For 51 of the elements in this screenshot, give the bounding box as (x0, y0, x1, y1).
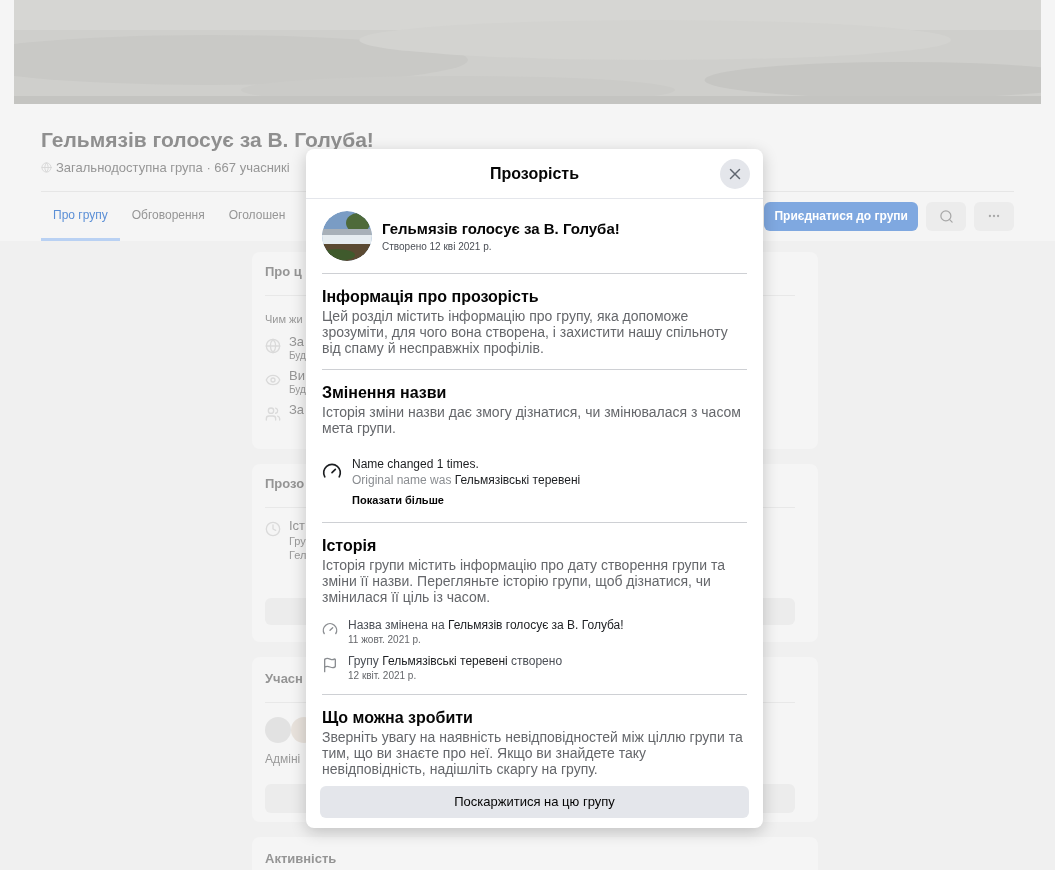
card-title: Про ц (265, 262, 302, 281)
item-label: За (289, 401, 305, 418)
section-text: Історія групи містить інформацію про дату створення групи та зміни її назви. Перегляньте історію групи, щоб дізнатися, чи змінилася її ціль із часом. (322, 556, 726, 605)
card-caption: Адміні (265, 751, 301, 768)
close-button[interactable] (720, 159, 750, 189)
section-text: Цей розділ містить інформацію про групу, яка допоможе зрозуміти, для чого вона створена, і захистити нашу спільноту від спаму й несправжніх профілів. (322, 308, 729, 356)
item-detail: Гел (289, 548, 307, 562)
globe-icon (265, 337, 281, 354)
history-event: Групу Гельмязівські теревені створено (348, 652, 563, 669)
card-title: Прозо (265, 474, 305, 493)
group-created: Створено 12 кві 2021 р. (382, 239, 493, 254)
item-label: За (289, 333, 306, 350)
tab[interactable]: Обговорення (119, 191, 217, 241)
original-name: Original name was Гельмязівські теревені (352, 472, 581, 488)
section-text: Історія зміни назви дає змогу дізнатися, чи змінювалася з часом мета групи. (322, 404, 742, 436)
join-button[interactable]: Приєднатися до групи (764, 201, 918, 231)
group-name: Гельмязів голосує за В. Голуба! (382, 218, 620, 239)
history-date: 12 квіт. 2021 р. (348, 668, 418, 683)
item-label: Ви (289, 367, 306, 384)
tab[interactable]: Про групу (41, 191, 120, 241)
more-button[interactable] (974, 201, 1014, 231)
globe-icon (41, 162, 52, 174)
group-title: Гельмязів голосує за В. Голуба! (41, 127, 374, 153)
tab[interactable]: Оголошен (216, 191, 298, 241)
group-meta: Загальнодоступна група · 667 учасникі (56, 159, 290, 177)
report-button[interactable]: Поскаржитися на цю групу (320, 785, 749, 818)
item-label: Іст (289, 518, 307, 534)
card-subtitle: Чим жи (265, 312, 303, 327)
section-heading: Змінення назви (322, 383, 448, 403)
section-heading: Історія (322, 535, 378, 556)
gauge-icon (322, 461, 342, 481)
section-text: Зверніть увагу на наявність невідповідностей між ціллю групи та тим, що ви знаєте про неї. Якщо ви знайдете таку невідповідність, надішліть скаргу на групу. (322, 728, 744, 777)
item-detail: Буд (289, 349, 306, 362)
flag-icon (322, 656, 338, 673)
search-button[interactable] (926, 201, 966, 231)
section-heading: Інформація про прозорість (322, 287, 540, 307)
show-more-link[interactable]: Показати більше (352, 492, 581, 509)
section-heading: Що можна зробити (322, 707, 474, 728)
history-date: 11 жовт. 2021 р. (348, 632, 422, 647)
change-summary: Name changed 1 times. (352, 456, 480, 472)
card-title: Учасн (265, 669, 303, 688)
history-event: Назва змінена на Гельмязів голосує за В. Голуба! (348, 616, 624, 633)
card-title: Активність (265, 849, 337, 868)
people-icon (265, 405, 281, 422)
clock-icon (265, 521, 281, 537)
item-detail: Буд (289, 383, 306, 396)
avatar (265, 717, 291, 743)
search-icon (938, 208, 954, 224)
item-detail: Гру (289, 534, 307, 548)
gauge-icon (322, 620, 338, 637)
dialog-title: Прозорість (490, 163, 579, 184)
